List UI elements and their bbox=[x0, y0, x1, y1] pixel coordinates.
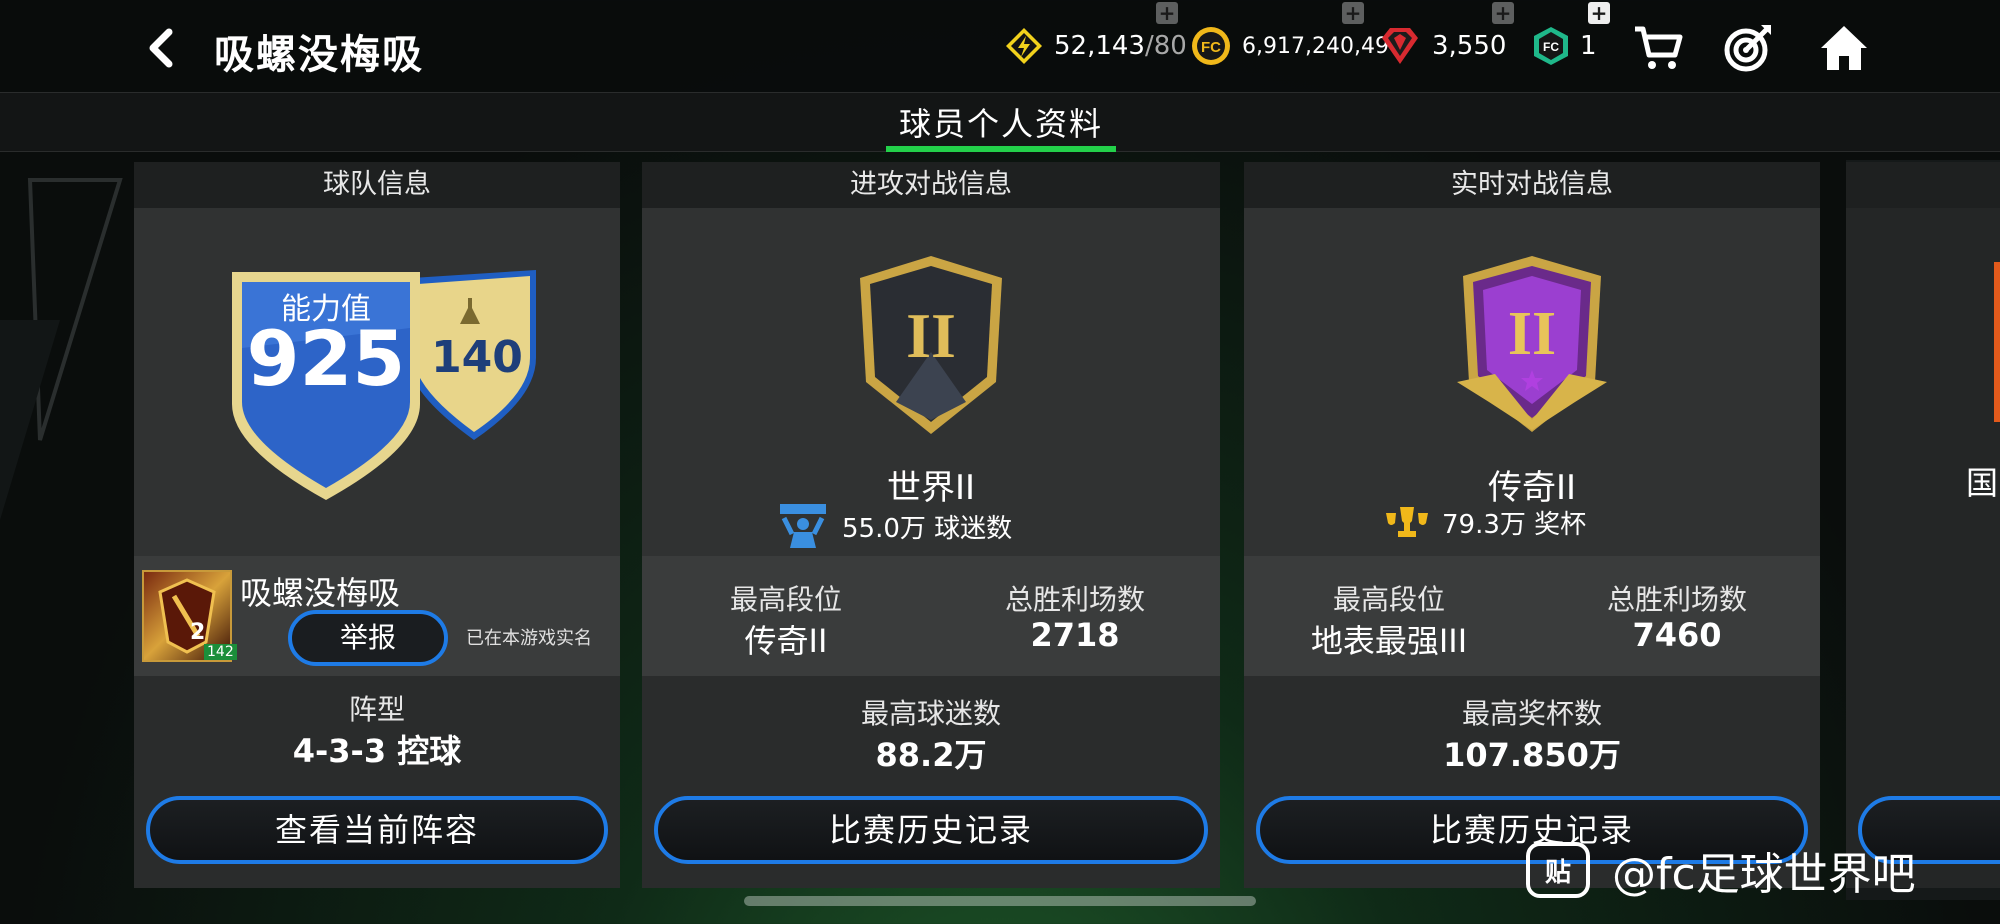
home-indicator[interactable] bbox=[744, 896, 1256, 906]
attack-fans-text: 55.0万 球迷数 bbox=[842, 513, 1013, 544]
tab-player-profile[interactable]: 球员个人资料 bbox=[886, 99, 1116, 153]
fc-points-add-button[interactable]: + bbox=[1588, 2, 1610, 24]
formation-label: 阵型 bbox=[348, 693, 405, 726]
watermark: 贴 @fc足球世界吧 bbox=[1526, 838, 1916, 902]
page-title: 吸螺没梅吸 bbox=[214, 32, 424, 78]
gem-add-button[interactable]: + bbox=[1492, 2, 1514, 24]
tab-active-underline bbox=[886, 146, 1116, 152]
player-avatar[interactable]: 2 142 bbox=[142, 570, 237, 662]
back-button[interactable] bbox=[130, 20, 190, 76]
watermark-text: @fc足球世界吧 bbox=[1612, 849, 1916, 900]
svg-text:FC: FC bbox=[1201, 39, 1221, 56]
back-icon bbox=[149, 28, 173, 68]
watermark-logo: 贴 bbox=[1526, 842, 1590, 898]
objectives-button[interactable] bbox=[1720, 20, 1776, 76]
svg-text:FC: FC bbox=[1543, 40, 1559, 54]
energy-value: 52,143/80 bbox=[1054, 31, 1187, 61]
attack-info-panel: 进攻对战信息 II 世界II 55.0万 球迷数 最高段位 传奇II 总胜利场数… bbox=[642, 162, 1220, 888]
ovr-value: 925 bbox=[246, 314, 406, 403]
live-info-panel: 实时对战信息 II 传奇II 79.3万 奖杯 最高段位 地表最强III 总胜利… bbox=[1244, 162, 1820, 888]
cart-icon bbox=[1635, 26, 1683, 69]
energy-add-button[interactable]: + bbox=[1156, 2, 1178, 24]
attack-rank-area: II 世界II 55.0万 球迷数 bbox=[642, 208, 1220, 556]
attack-fans-row: 55.0万 球迷数 bbox=[776, 504, 1012, 548]
energy-icon bbox=[1006, 28, 1042, 64]
player-identity-row: 2 142 吸螺没梅吸 举报 已在本游戏实名 bbox=[134, 556, 620, 676]
live-info-header: 实时对战信息 bbox=[1244, 162, 1820, 208]
live-highest-rank-label: 最高段位 bbox=[1332, 583, 1445, 616]
energy-counter[interactable]: 52,143/80 + bbox=[1004, 2, 1187, 68]
attack-stats-row: 最高段位 传奇II 总胜利场数 2718 bbox=[642, 556, 1220, 676]
verified-text: 已在本游戏实名 bbox=[466, 628, 592, 649]
live-total-wins-value: 7460 bbox=[1632, 616, 1722, 654]
attack-highest-rank-value: 传奇II bbox=[744, 622, 828, 660]
gem-counter[interactable]: 3,550 + bbox=[1378, 2, 1514, 68]
attack-max-area: 最高球迷数 88.2万 比赛历史记录 bbox=[642, 676, 1220, 888]
report-button[interactable]: 举报 bbox=[288, 610, 448, 666]
live-trophies-text: 79.3万 奖杯 bbox=[1442, 510, 1587, 540]
gem-value: 3,550 bbox=[1432, 31, 1507, 61]
formation-value: 4-3-3 控球 bbox=[292, 732, 462, 770]
player-level-badge: 142 bbox=[204, 644, 237, 660]
live-total-wins-label: 总胜利场数 bbox=[1606, 583, 1747, 616]
world-rank-emblem: II bbox=[860, 256, 1002, 434]
coin-counter[interactable]: FC 6,917,240,490 + bbox=[1190, 2, 1403, 68]
fc-points-counter[interactable]: FC 1 + bbox=[1532, 2, 1610, 68]
secondary-value: 140 bbox=[431, 332, 523, 383]
home-icon bbox=[1821, 26, 1867, 70]
live-max-value: 107.850万 bbox=[1443, 736, 1621, 774]
player-name: 吸螺没梅吸 bbox=[240, 574, 401, 612]
shop-button[interactable] bbox=[1630, 20, 1686, 76]
live-rank-area: II 传奇II 79.3万 奖杯 bbox=[1244, 208, 1820, 556]
attack-history-button[interactable]: 比赛历史记录 bbox=[654, 796, 1208, 864]
live-emblem-numeral: II bbox=[1508, 300, 1556, 368]
live-highest-rank-value: 地表最强III bbox=[1310, 622, 1468, 660]
badge-tier: 2 bbox=[190, 620, 206, 645]
gem-icon bbox=[1382, 28, 1418, 64]
home-button[interactable] bbox=[1816, 20, 1872, 76]
team-info-header: 球队信息 bbox=[134, 162, 620, 208]
legend-rank-emblem: II bbox=[1457, 256, 1607, 432]
attack-max-value: 88.2万 bbox=[875, 736, 987, 774]
attack-highest-rank-label: 最高段位 bbox=[729, 583, 842, 616]
partial-panel-accent bbox=[1994, 262, 2000, 422]
team-info-panel: 球队信息 能力值 925 140 2 142 吸螺没梅吸 举报 已在本游戏实名 … bbox=[134, 162, 620, 888]
attack-max-label: 最高球迷数 bbox=[860, 697, 1001, 730]
attack-emblem-numeral: II bbox=[906, 300, 956, 371]
partial-panel-text: 国 bbox=[1966, 464, 1999, 502]
coin-icon: FC bbox=[1192, 27, 1230, 65]
trophy-icon bbox=[1386, 506, 1428, 537]
top-bar: 吸螺没梅吸 52,143/80 + FC 6,917,240,490 + 3,5… bbox=[0, 0, 2000, 92]
attack-total-wins-value: 2718 bbox=[1030, 616, 1120, 654]
live-trophies-row: 79.3万 奖杯 bbox=[1384, 504, 1586, 541]
live-rank-name: 传奇II bbox=[1487, 468, 1577, 508]
coin-add-button[interactable]: + bbox=[1342, 2, 1364, 24]
target-icon bbox=[1724, 25, 1771, 72]
tab-strip: 球员个人资料 bbox=[0, 92, 2000, 152]
attack-total-wins-label: 总胜利场数 bbox=[1004, 583, 1145, 616]
fans-icon bbox=[780, 504, 826, 548]
attack-info-header: 进攻对战信息 bbox=[642, 162, 1220, 208]
view-lineup-button[interactable]: 查看当前阵容 bbox=[146, 796, 608, 864]
live-stats-row: 最高段位 地表最强III 总胜利场数 7460 bbox=[1244, 556, 1820, 676]
formation-area: 阵型 4-3-3 控球 查看当前阵容 bbox=[134, 676, 620, 888]
live-max-label: 最高奖杯数 bbox=[1461, 697, 1602, 730]
fc-points-icon: FC bbox=[1534, 27, 1568, 65]
attack-rank-name: 世界II bbox=[886, 468, 976, 508]
team-rating-area: 能力值 925 140 bbox=[134, 208, 620, 556]
fc-points-value: 1 bbox=[1580, 31, 1597, 61]
partial-panel: 国 bbox=[1846, 162, 2000, 888]
